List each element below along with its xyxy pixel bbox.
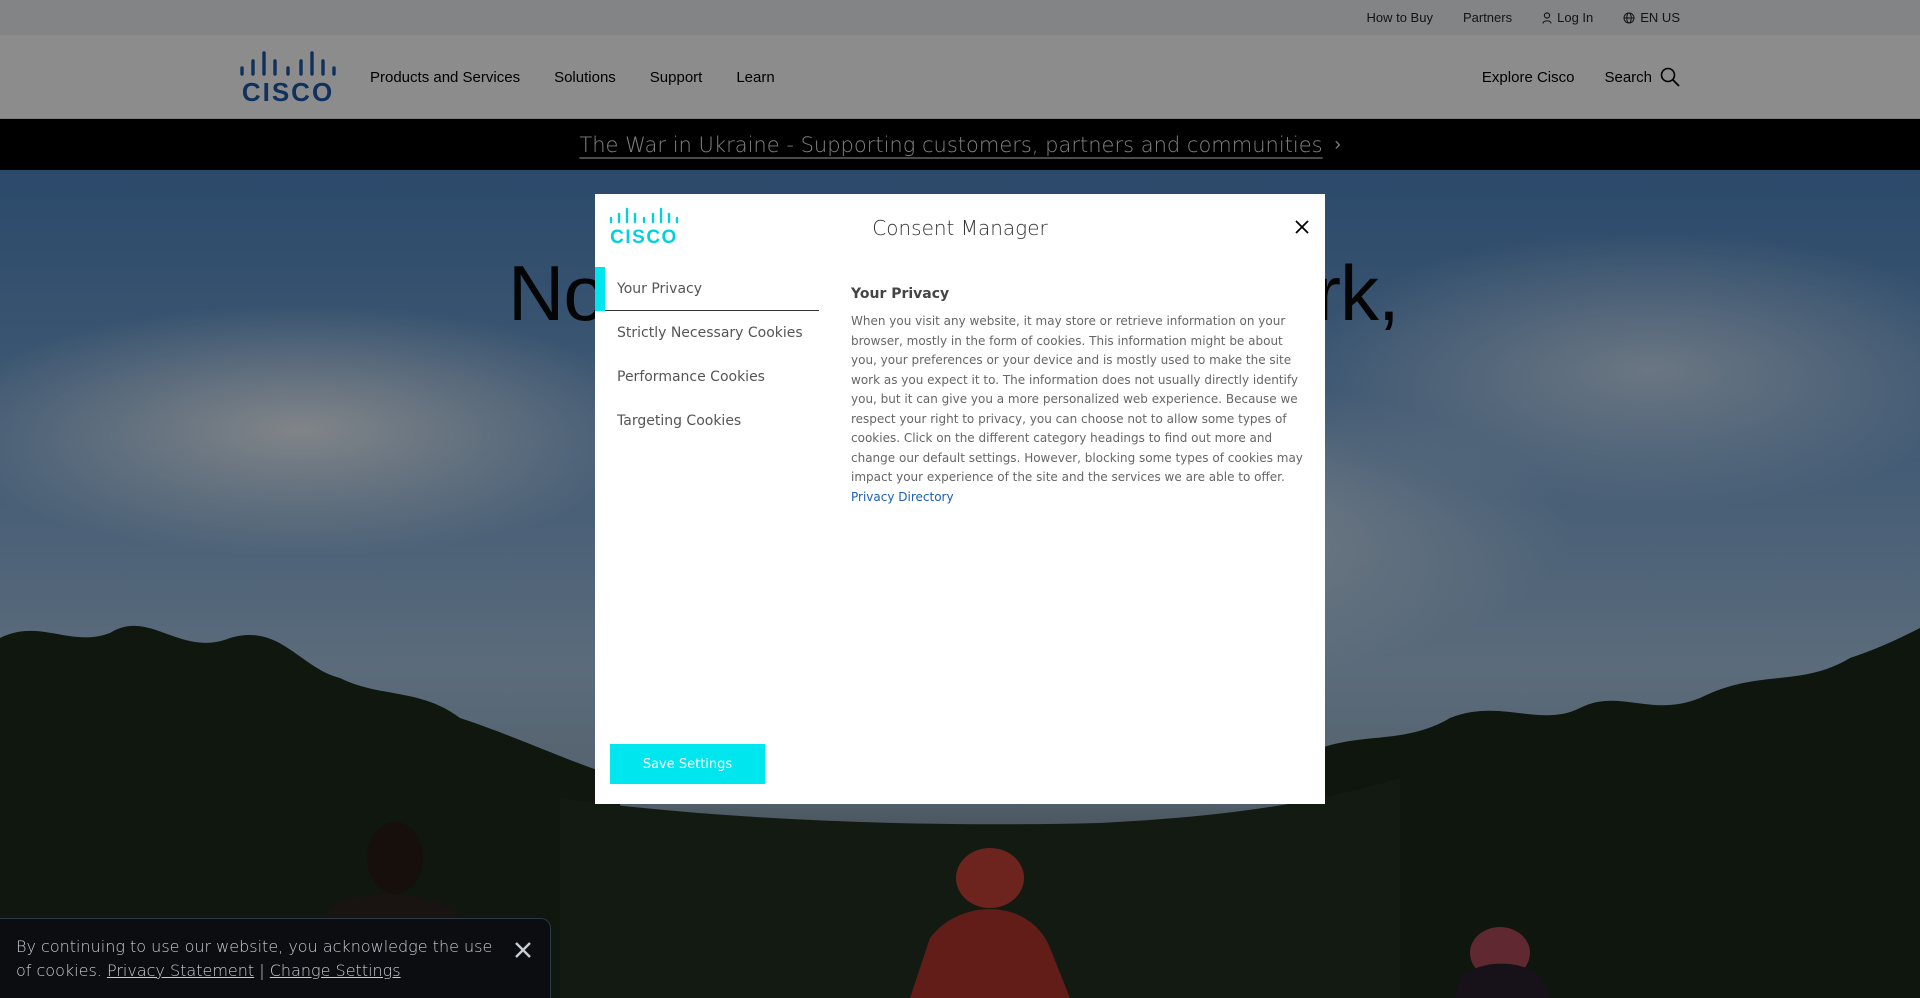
link-separator: | (259, 961, 265, 980)
change-settings-link[interactable]: Change Settings (270, 961, 401, 980)
privacy-statement-link[interactable]: Privacy Statement (107, 961, 254, 980)
cookie-notice: By continuing to use our website, you ac… (0, 918, 551, 998)
privacy-directory-link[interactable]: Privacy Directory (851, 490, 954, 504)
tab-your-privacy[interactable]: Your Privacy (595, 267, 819, 311)
consent-manager-dialog: CISCO Consent Manager Your Privacy Stric… (595, 194, 1325, 804)
close-icon[interactable] (514, 941, 532, 959)
close-icon[interactable] (1293, 218, 1311, 236)
cookie-notice-message: By continuing to use our website, you ac… (16, 937, 493, 980)
cookie-notice-text: By continuing to use our website, you ac… (16, 935, 506, 983)
tab-performance-cookies[interactable]: Performance Cookies (595, 355, 819, 399)
content-heading: Your Privacy (851, 286, 950, 302)
content-body: When you visit any website, it may store… (851, 314, 1303, 484)
tab-targeting-cookies[interactable]: Targeting Cookies (595, 399, 819, 443)
tab-strictly-necessary-cookies[interactable]: Strictly Necessary Cookies (595, 311, 819, 355)
consent-tabs: Your Privacy Strictly Necessary Cookies … (595, 267, 819, 443)
save-settings-button[interactable]: Save Settings (610, 744, 765, 784)
consent-content: Your Privacy When you visit any website,… (851, 286, 1306, 506)
modal-title: Consent Manager (872, 216, 1048, 240)
